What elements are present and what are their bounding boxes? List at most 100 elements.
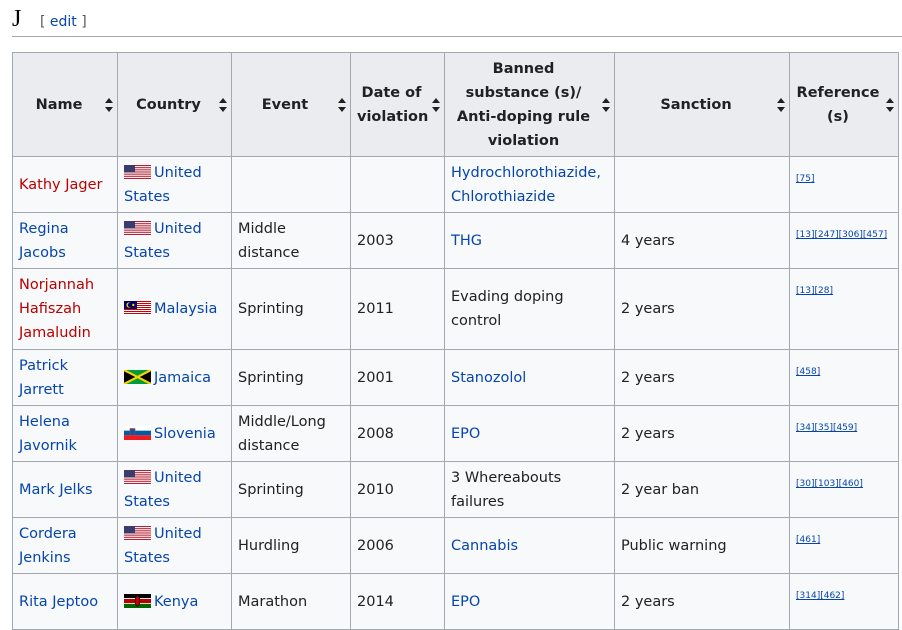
date-cell: 2001: [350, 349, 445, 406]
substance-link[interactable]: Hydrochlorothiazide, Chlorothiazide: [451, 165, 601, 205]
event-cell: Marathon: [231, 573, 351, 630]
si-flag-icon: [124, 424, 151, 440]
athlete-link[interactable]: Kathy Jager: [19, 177, 102, 193]
table-row: Mark Jelks United States Sprinting 2010 3 Wh…: [12, 461, 899, 518]
col-country-header[interactable]: Country: [117, 52, 232, 157]
country-link[interactable]: Kenya: [154, 594, 198, 610]
event-cell: Middle distance: [231, 212, 351, 269]
substance-cell: THG: [444, 212, 615, 269]
reference-link[interactable]: [13][28]: [796, 285, 833, 297]
date-cell: 2010: [350, 461, 445, 518]
date-cell: 2003: [350, 212, 445, 269]
table-row: Cordera Jenkins United States Hurdling 2006…: [12, 517, 899, 574]
reference-cell: [30][103][460]: [789, 461, 899, 518]
athlete-link[interactable]: Helena Javornik: [19, 414, 77, 454]
athlete-link[interactable]: Patrick Jarrett: [19, 358, 68, 398]
reference-cell: [458]: [789, 349, 899, 406]
my-flag-icon: [124, 299, 151, 315]
table-row: Kathy Jager United States Hydrochlorothiaz…: [12, 156, 899, 213]
reference-link[interactable]: [34][35][459]: [796, 422, 857, 434]
name-cell: Helena Javornik: [12, 405, 118, 462]
table-row: Norjannah Hafiszah Jamaludin Malaysia Spri…: [12, 268, 899, 350]
table-row: Helena Javornik Slovenia Middle/Long dista…: [12, 405, 899, 462]
sort-icon[interactable]: [886, 97, 894, 112]
header-label: Sanction: [660, 96, 732, 113]
country-link[interactable]: Slovenia: [154, 426, 216, 442]
date-cell: 2014: [350, 573, 445, 630]
edit-link[interactable]: edit: [50, 14, 77, 30]
us-flag-icon: [124, 524, 151, 540]
sort-icon[interactable]: [432, 97, 440, 112]
table-row: Regina Jacobs United States Middle distanc…: [12, 212, 899, 269]
substance-cell: Stanozolol: [444, 349, 615, 406]
substance-cell: Cannabis: [444, 517, 615, 574]
sanction-cell: 2 years: [614, 268, 790, 350]
header-label: Date of violation: [357, 84, 429, 125]
event-cell: Hurdling: [231, 517, 351, 574]
header-label: Event: [261, 96, 309, 113]
jm-flag-icon: [123, 368, 152, 385]
table-row: Patrick Jarrett Jamaica Sprinting 2001 Stano…: [12, 349, 899, 406]
country-cell: Kenya: [117, 573, 232, 630]
reference-link[interactable]: [458]: [796, 366, 820, 378]
reference-link[interactable]: [13][247][306][457]: [796, 229, 887, 241]
date-cell: [350, 156, 445, 213]
reference-link[interactable]: [461]: [796, 534, 820, 546]
athlete-link[interactable]: Norjannah Hafiszah Jamaludin: [19, 277, 94, 341]
substance-link[interactable]: THG: [451, 233, 482, 249]
substance-link[interactable]: Stanozolol: [451, 370, 526, 386]
name-cell: Norjannah Hafiszah Jamaludin: [12, 268, 118, 350]
sort-icon[interactable]: [105, 97, 113, 112]
section-heading: J [ edit ]: [12, 4, 902, 37]
us-flag-icon: [124, 163, 151, 179]
substance-cell: Hydrochlorothiazide, Chlorothiazide: [444, 156, 615, 213]
col-event-header[interactable]: Event: [231, 52, 351, 157]
sanction-cell: 4 years: [614, 212, 790, 269]
section-title: J: [12, 6, 22, 32]
reference-cell: [13][28]: [789, 268, 899, 350]
sanction-cell: Public warning: [614, 517, 790, 574]
sort-icon[interactable]: [602, 97, 610, 112]
date-cell: 2011: [350, 268, 445, 350]
col-reference-header[interactable]: Reference (s): [789, 52, 899, 157]
substance-link[interactable]: Cannabis: [451, 538, 518, 554]
header-label: Name: [35, 96, 83, 113]
sort-icon[interactable]: [338, 97, 346, 112]
event-cell: Sprinting: [231, 268, 351, 350]
event-cell: Sprinting: [231, 461, 351, 518]
reference-link[interactable]: [314][462]: [796, 590, 844, 602]
reference-cell: [34][35][459]: [789, 405, 899, 462]
name-cell: Patrick Jarrett: [12, 349, 118, 406]
substance-link[interactable]: EPO: [451, 426, 480, 442]
sanction-cell: 2 year ban: [614, 461, 790, 518]
athlete-link[interactable]: Rita Jeptoo: [19, 594, 98, 610]
col-name-header[interactable]: Name: [12, 52, 118, 157]
substance-link[interactable]: EPO: [451, 594, 480, 610]
us-flag-icon: [124, 219, 151, 235]
sanction-cell: [614, 156, 790, 213]
reference-link[interactable]: [30][103][460]: [796, 478, 863, 490]
country-cell: United States: [117, 212, 232, 269]
athlete-link[interactable]: Regina Jacobs: [19, 221, 69, 261]
country-link[interactable]: Malaysia: [154, 301, 217, 317]
country-link[interactable]: Jamaica: [154, 370, 211, 386]
event-cell: Sprinting: [231, 349, 351, 406]
athlete-link[interactable]: Mark Jelks: [19, 482, 93, 498]
reference-link[interactable]: [75]: [796, 173, 814, 185]
country-cell: United States: [117, 517, 232, 574]
name-cell: Kathy Jager: [12, 156, 118, 213]
sanction-cell: 2 years: [614, 349, 790, 406]
sort-icon[interactable]: [777, 97, 785, 112]
table-row: Rita Jeptoo Kenya Marathon 2014 EPO 2 years [3…: [12, 573, 899, 630]
col-date-header[interactable]: Date of violation: [350, 52, 445, 157]
col-sanction-header[interactable]: Sanction: [614, 52, 790, 157]
name-cell: Cordera Jenkins: [12, 517, 118, 574]
col-substance-header[interactable]: Banned substance (s)/ Anti-doping rule v…: [444, 52, 615, 157]
sort-icon[interactable]: [219, 97, 227, 112]
ke-flag-icon: [124, 592, 151, 608]
substance-cell: Evading doping control: [444, 268, 615, 350]
reference-cell: [314][462]: [789, 573, 899, 630]
athlete-link[interactable]: Cordera Jenkins: [19, 526, 77, 566]
name-cell: Regina Jacobs: [12, 212, 118, 269]
sanction-cell: 2 years: [614, 405, 790, 462]
